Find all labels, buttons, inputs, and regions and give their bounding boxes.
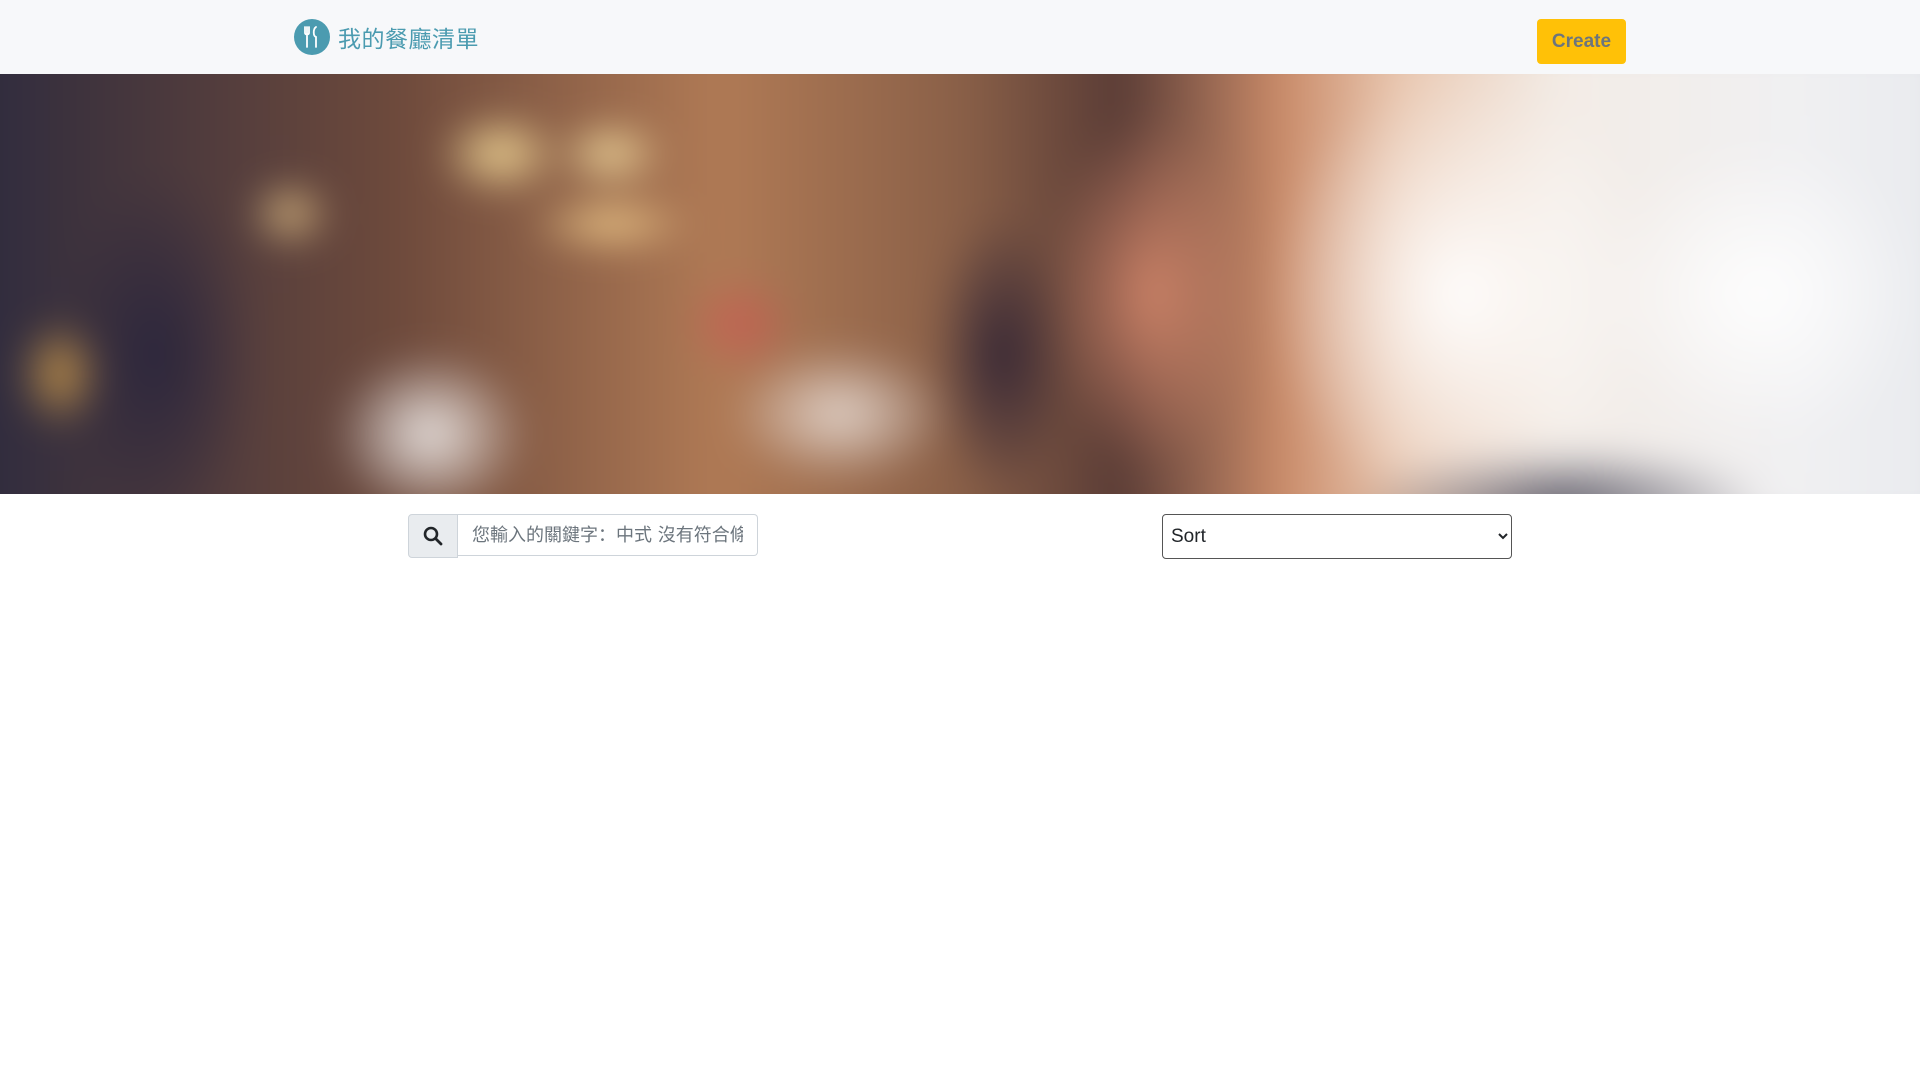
banner-background <box>0 74 1920 494</box>
brand-link[interactable]: 我的餐廳清單 <box>294 19 479 55</box>
navbar: 我的餐廳清單 Create <box>0 0 1920 74</box>
brand-title: 我的餐廳清單 <box>338 27 479 53</box>
search-input[interactable] <box>458 514 758 556</box>
create-button[interactable]: Create <box>1537 19 1626 64</box>
restaurant-banner-image <box>0 74 1920 494</box>
search-group <box>408 514 758 558</box>
utensils-icon <box>294 19 330 55</box>
sort-select[interactable]: Sort <box>1162 514 1512 559</box>
search-icon[interactable] <box>408 514 458 558</box>
